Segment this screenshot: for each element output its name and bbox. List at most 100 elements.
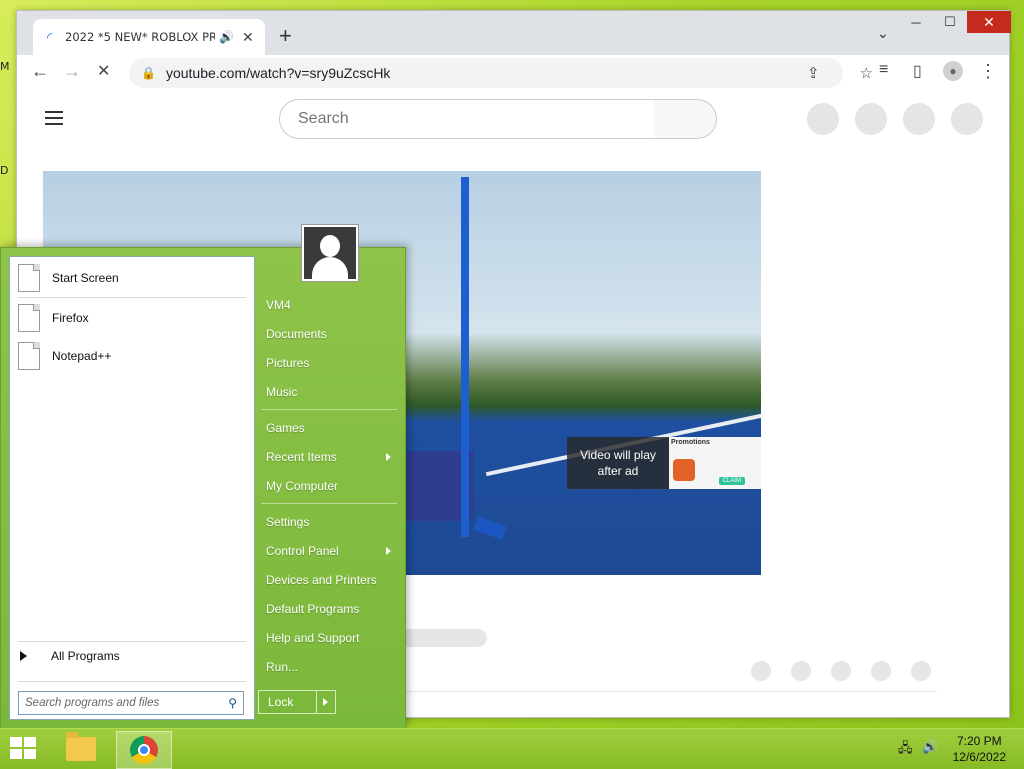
placeholder-icon bbox=[791, 661, 811, 681]
youtube-search-box[interactable] bbox=[279, 99, 655, 139]
desktop-icon-label-fragment: M bbox=[0, 60, 10, 73]
youtube-search-button[interactable] bbox=[654, 99, 717, 139]
divider bbox=[18, 681, 246, 682]
start-menu: Start Screen Firefox Notepad++ All Progr… bbox=[0, 224, 406, 729]
document-icon bbox=[18, 342, 40, 370]
start-link-control-panel[interactable]: Control Panel bbox=[266, 544, 394, 558]
stop-loading-icon[interactable]: ✕ bbox=[97, 61, 110, 81]
placeholder-icon[interactable] bbox=[807, 103, 839, 135]
placeholder-icon[interactable] bbox=[951, 103, 983, 135]
placeholder-icon bbox=[751, 661, 771, 681]
start-search-placeholder: Search programs and files bbox=[25, 697, 160, 709]
ad-promo-text: Promotions bbox=[671, 439, 710, 446]
submenu-arrow-icon bbox=[386, 453, 391, 461]
lock-options-arrow-icon[interactable] bbox=[323, 698, 328, 706]
program-label: Notepad++ bbox=[52, 349, 112, 363]
system-clock[interactable]: 7:20 PM 12/6/2022 bbox=[953, 733, 1006, 765]
start-link-user[interactable]: VM4 bbox=[266, 298, 291, 312]
minimize-button[interactable]: ─ bbox=[899, 11, 933, 33]
bookmark-star-icon[interactable]: ☆ bbox=[860, 64, 873, 82]
share-icon[interactable]: ⇪ bbox=[807, 64, 820, 82]
loading-spinner-icon: ◜ bbox=[47, 28, 53, 45]
divider bbox=[261, 503, 397, 504]
lock-button[interactable]: Lock bbox=[258, 690, 336, 714]
all-programs-button[interactable]: All Programs bbox=[18, 649, 120, 663]
start-link-devices-printers[interactable]: Devices and Printers bbox=[266, 573, 377, 587]
maximize-button[interactable]: ☐ bbox=[933, 11, 967, 33]
ad-countdown-label: Video will play after ad bbox=[567, 437, 669, 489]
divider bbox=[18, 641, 246, 642]
start-link-music[interactable]: Music bbox=[266, 385, 297, 399]
ad-toy-image bbox=[673, 459, 695, 481]
start-link-documents[interactable]: Documents bbox=[266, 327, 327, 341]
address-bar[interactable]: 🔒 youtube.com/watch?v=sry9uZcscHk ⇪ ☆ bbox=[129, 58, 873, 88]
folder-icon bbox=[66, 732, 96, 761]
browser-tab[interactable]: ◜ 2022 *5 NEW* ROBLOX PROMO 🔊 ✕ bbox=[33, 19, 265, 55]
side-panel-icon[interactable]: ▯ bbox=[913, 61, 922, 81]
loading-placeholder bbox=[397, 629, 487, 647]
placeholder-icon[interactable] bbox=[903, 103, 935, 135]
start-menu-programs-pane: Start Screen Firefox Notepad++ All Progr… bbox=[9, 256, 255, 720]
chrome-icon bbox=[130, 736, 158, 764]
user-account-picture[interactable] bbox=[301, 224, 359, 282]
desktop-icon-label-fragment: D bbox=[0, 164, 9, 177]
windows-start-button[interactable] bbox=[10, 737, 38, 761]
back-icon[interactable]: ← bbox=[31, 61, 49, 82]
document-icon bbox=[18, 304, 40, 332]
volume-icon[interactable]: 🔊 bbox=[922, 739, 938, 755]
clock-date: 12/6/2022 bbox=[952, 750, 1006, 764]
start-menu-program-item[interactable]: Start Screen bbox=[18, 263, 119, 293]
lock-icon: 🔒 bbox=[141, 66, 156, 80]
triangle-right-icon bbox=[20, 651, 27, 661]
close-tab-icon[interactable]: ✕ bbox=[242, 29, 254, 46]
media-control-icon[interactable]: ≡ bbox=[879, 61, 888, 79]
divider bbox=[261, 409, 397, 410]
network-icon[interactable]: 🖧 bbox=[898, 739, 913, 761]
pole-base bbox=[473, 516, 507, 540]
hamburger-menu-icon[interactable] bbox=[45, 111, 63, 129]
forward-icon[interactable]: → bbox=[63, 61, 81, 82]
placeholder-icon bbox=[911, 661, 931, 681]
chrome-taskbar-button[interactable] bbox=[116, 731, 172, 769]
start-link-my-computer[interactable]: My Computer bbox=[266, 479, 338, 493]
file-explorer-taskbar-button[interactable] bbox=[54, 731, 108, 767]
start-link-run[interactable]: Run... bbox=[266, 660, 298, 674]
tab-search-icon[interactable]: ⌄ bbox=[877, 25, 889, 42]
browser-menu-icon[interactable]: ⋮ bbox=[979, 61, 997, 82]
profile-avatar-icon[interactable]: ● bbox=[943, 61, 963, 81]
document-icon bbox=[18, 264, 40, 292]
audio-playing-icon[interactable]: 🔊 bbox=[219, 30, 234, 44]
start-menu-program-item[interactable]: Notepad++ bbox=[18, 341, 111, 371]
taskbar: 🖧 🔊 7:20 PM 12/6/2022 bbox=[0, 728, 1024, 769]
placeholder-icon bbox=[871, 661, 891, 681]
control-panel-label: Control Panel bbox=[266, 544, 339, 558]
placeholder-icon[interactable] bbox=[855, 103, 887, 135]
start-link-settings[interactable]: Settings bbox=[266, 515, 309, 529]
start-search-input[interactable]: Search programs and files ⚲ bbox=[18, 691, 244, 715]
clock-time: 7:20 PM bbox=[956, 734, 1002, 748]
ad-preview-thumbnail[interactable]: Promotions CLAIM bbox=[669, 437, 761, 489]
start-link-help-support[interactable]: Help and Support bbox=[266, 631, 359, 645]
search-icon[interactable]: ⚲ bbox=[228, 696, 237, 710]
start-link-recent-items[interactable]: Recent Items bbox=[266, 450, 394, 464]
url-text[interactable]: youtube.com/watch?v=sry9uZcscHk bbox=[166, 65, 390, 81]
submenu-arrow-icon bbox=[386, 547, 391, 555]
ad-claim-badge: CLAIM bbox=[718, 477, 745, 485]
start-link-default-programs[interactable]: Default Programs bbox=[266, 602, 359, 616]
windows-logo-icon bbox=[10, 737, 22, 747]
start-link-games[interactable]: Games bbox=[266, 421, 305, 435]
user-avatar-icon bbox=[304, 227, 356, 279]
tab-title: 2022 *5 NEW* ROBLOX PROMO bbox=[65, 30, 215, 44]
pole-vault-stand bbox=[461, 177, 469, 537]
lock-label: Lock bbox=[268, 695, 294, 709]
divider bbox=[18, 297, 246, 298]
program-label: Firefox bbox=[52, 311, 89, 325]
divider bbox=[316, 691, 317, 713]
start-link-pictures[interactable]: Pictures bbox=[266, 356, 309, 370]
start-menu-program-item[interactable]: Firefox bbox=[18, 303, 89, 333]
youtube-search-input[interactable] bbox=[296, 109, 630, 129]
browser-toolbar: ← → ✕ 🔒 youtube.com/watch?v=sry9uZcscHk … bbox=[17, 55, 1009, 92]
close-window-button[interactable]: ✕ bbox=[967, 11, 1011, 33]
new-tab-button[interactable]: + bbox=[279, 23, 292, 49]
recent-items-label: Recent Items bbox=[266, 450, 337, 464]
